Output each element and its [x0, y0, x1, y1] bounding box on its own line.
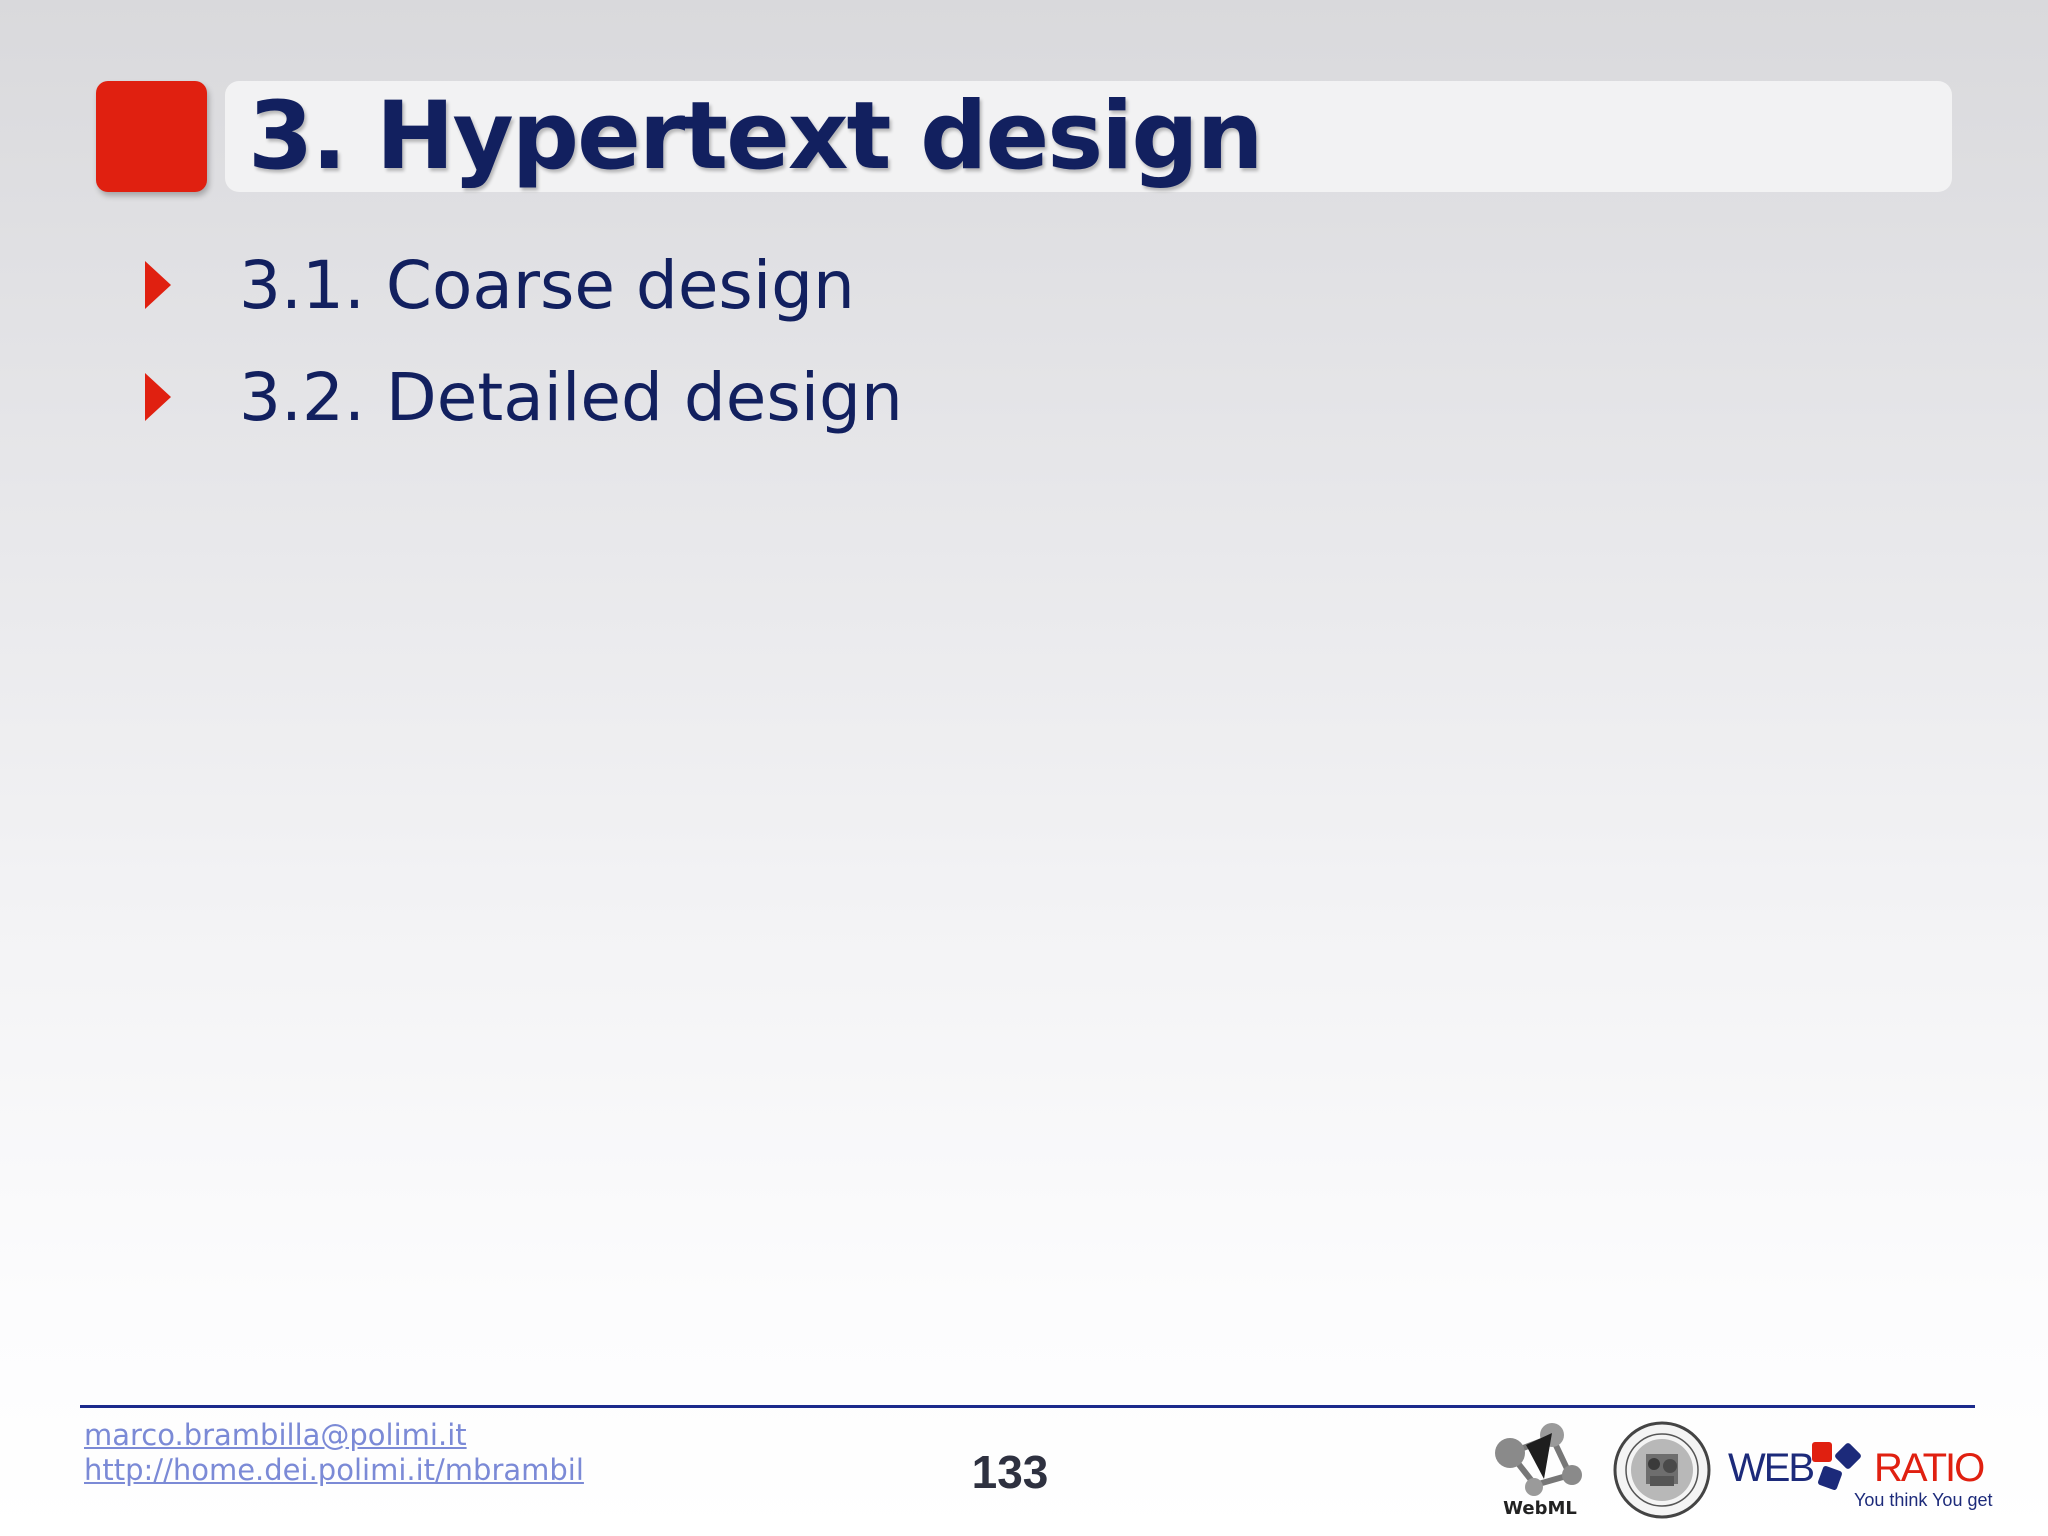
webml-logo-label: WebML	[1503, 1498, 1577, 1519]
email-link[interactable]: marco.brambilla@polimi.it	[84, 1418, 584, 1453]
slide-title: 3. Hypertext design	[248, 82, 1264, 191]
webratio-web-text: WEB	[1728, 1446, 1815, 1490]
bullet-arrow-icon	[145, 373, 171, 421]
webratio-tagline: You think You get	[1854, 1490, 1993, 1510]
webratio-ratio-text: RATIO	[1874, 1446, 1985, 1490]
footer-contact: marco.brambilla@polimi.it http://home.de…	[84, 1418, 584, 1488]
homepage-link[interactable]: http://home.dei.polimi.it/mbrambil	[84, 1453, 584, 1488]
bullet-text: 3.2. Detailed design	[239, 358, 903, 436]
bullet-item: 3.1. Coarse design	[145, 240, 855, 330]
footer-rule	[80, 1405, 1975, 1408]
webratio-squares-icon	[1812, 1442, 1861, 1490]
bullet-arrow-icon	[145, 261, 171, 309]
polimi-seal-icon	[1613, 1421, 1711, 1519]
bullet-item: 3.2. Detailed design	[145, 352, 903, 442]
webratio-logo: WEB RATIO You think You get	[1728, 1440, 1992, 1520]
bullet-text: 3.1. Coarse design	[239, 246, 855, 324]
title-marker-square	[96, 81, 207, 192]
page-number: 133	[971, 1446, 1049, 1498]
